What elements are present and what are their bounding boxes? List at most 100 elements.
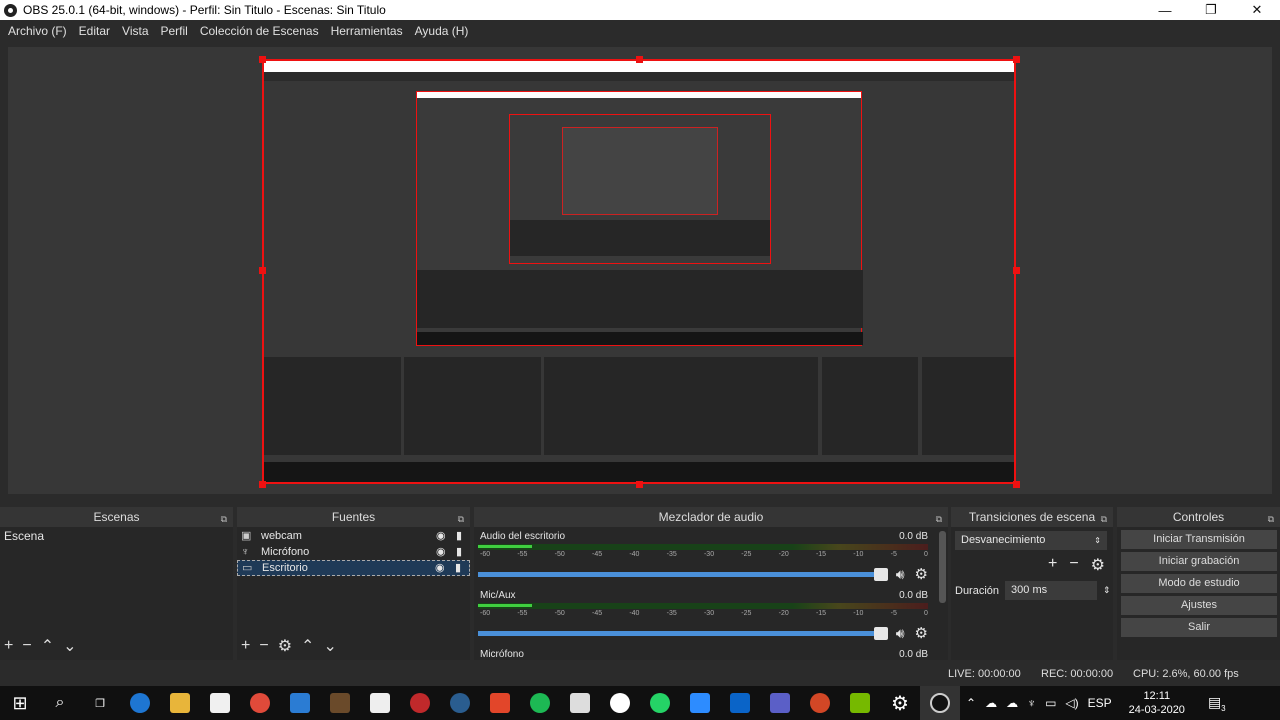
remove-transition-icon[interactable]: − [1069,555,1078,575]
resize-handle[interactable] [259,481,266,488]
lock-icon[interactable]: ▮ [456,528,470,544]
resize-handle[interactable] [259,56,266,63]
monitor-icon: ▭ [242,562,253,574]
spotify-icon[interactable] [520,686,560,720]
undock-icon[interactable]: ⧉ [936,509,942,529]
mail-icon[interactable] [280,686,320,720]
restore-icon[interactable]: ❐ [1188,2,1234,18]
preview-canvas[interactable] [262,59,1016,484]
app-icon[interactable] [360,686,400,720]
minecraft-icon[interactable] [320,686,360,720]
settings-button[interactable]: Ajustes [1121,596,1277,615]
resize-handle[interactable] [1013,267,1020,274]
zoom-icon[interactable] [680,686,720,720]
search-icon[interactable]: ⌕ [40,686,80,720]
gear-icon[interactable]: ⚙ [880,686,920,720]
store-icon[interactable] [200,686,240,720]
visibility-eye-icon[interactable]: ◉ [436,528,456,544]
add-transition-icon[interactable]: + [1048,555,1057,575]
lock-icon[interactable]: ▮ [456,544,470,560]
menu-editar[interactable]: Editar [73,24,116,38]
nvidia-icon[interactable] [840,686,880,720]
cloud-icon[interactable]: ☁ [1006,696,1018,710]
visibility-eye-icon[interactable]: ◉ [436,544,456,560]
studio-mode-button[interactable]: Modo de estudio [1121,574,1277,593]
undock-icon[interactable]: ⧉ [221,509,227,529]
language-indicator[interactable]: ESP [1088,696,1112,710]
steam-icon[interactable] [440,686,480,720]
gear-icon[interactable]: ⚙ [1091,555,1105,575]
resize-handle[interactable] [636,481,643,488]
task-view-icon[interactable]: ❐ [80,686,120,720]
teams-icon[interactable] [760,686,800,720]
close-icon[interactable]: ✕ [1234,2,1280,18]
onedrive-icon[interactable]: ☁ [985,696,997,710]
tick-label: -55 [517,551,528,558]
visibility-eye-icon[interactable]: ◉ [435,560,455,576]
transition-select[interactable]: Desvanecimiento ⇕ [955,531,1107,550]
lock-icon[interactable]: ▮ [455,560,469,576]
gear-icon[interactable]: ⚙ [915,624,928,642]
game-app-icon[interactable] [400,686,440,720]
duration-spinbox[interactable]: 300 ms [1005,581,1098,600]
menu-herramientas[interactable]: Herramientas [325,24,409,38]
chevron-up-icon[interactable]: ⌃ [966,696,976,710]
chrome-icon[interactable] [240,686,280,720]
clock[interactable]: 12:11 24-03-2020 [1129,689,1185,717]
mixer-scrollbar[interactable] [939,531,946,603]
whatsapp-icon[interactable] [640,686,680,720]
gear-icon[interactable]: ⚙ [278,636,292,656]
windows-start-icon[interactable]: ⊞ [0,686,40,720]
edge-icon[interactable] [120,686,160,720]
source-item[interactable]: ♆ Micrófono ◉ ▮ [237,544,470,560]
undock-icon[interactable]: ⧉ [1101,509,1107,529]
slider-handle[interactable] [873,567,888,581]
volume-slider[interactable] [478,626,888,640]
gear-icon[interactable]: ⚙ [915,565,928,583]
volume-icon[interactable]: ◁) [1065,696,1078,710]
speaker-icon[interactable]: 🔊︎ [896,566,905,583]
undock-icon[interactable]: ⧉ [1268,509,1274,529]
spin-arrows-icon[interactable]: ⇕ [1103,585,1111,596]
menu-ayuda[interactable]: Ayuda (H) [409,24,475,38]
notification-icon[interactable]: ▤3 [1208,694,1226,713]
remove-icon[interactable]: − [22,637,31,655]
menu-archivo[interactable]: Archivo (F) [2,24,73,38]
outlook-icon[interactable] [720,686,760,720]
start-streaming-button[interactable]: Iniciar Transmisión [1121,530,1277,549]
network-icon[interactable]: ▭ [1045,696,1056,710]
tick-label: -15 [815,551,827,558]
slider-handle[interactable] [873,626,888,640]
obs-taskbar-icon[interactable] [920,686,960,720]
scene-item[interactable]: Escena [0,527,233,545]
undock-icon[interactable]: ⧉ [458,509,464,529]
pen-app-icon[interactable] [560,686,600,720]
menu-perfil[interactable]: Perfil [155,24,194,38]
add-icon[interactable]: + [4,637,13,655]
minimize-icon[interactable]: — [1142,3,1188,18]
start-recording-button[interactable]: Iniciar grabación [1121,552,1277,571]
exit-button[interactable]: Salir [1121,618,1277,637]
menu-vista[interactable]: Vista [116,24,154,38]
move-up-icon[interactable]: ⌃ [301,636,314,656]
resize-handle[interactable] [259,267,266,274]
add-icon[interactable]: + [241,637,250,655]
source-item-selected[interactable]: ▭ Escritorio ◉ ▮ [237,560,470,576]
move-down-icon[interactable]: ⌄ [63,636,76,656]
office-icon[interactable] [480,686,520,720]
tick-label: -45 [591,610,603,617]
xbox-icon[interactable] [600,686,640,720]
move-up-icon[interactable]: ⌃ [41,636,54,656]
remove-icon[interactable]: − [259,637,268,655]
speaker-icon[interactable]: 🔊︎ [896,625,905,642]
move-down-icon[interactable]: ⌄ [323,636,336,656]
file-explorer-icon[interactable] [160,686,200,720]
microphone-icon[interactable]: ♆ [1027,696,1036,710]
source-item[interactable]: ▣ webcam ◉ ▮ [237,528,470,544]
resize-handle[interactable] [636,56,643,63]
powerpoint-icon[interactable] [800,686,840,720]
volume-slider[interactable] [478,567,888,581]
resize-handle[interactable] [1013,481,1020,488]
resize-handle[interactable] [1013,56,1020,63]
menu-coleccion-escenas[interactable]: Colección de Escenas [194,24,325,38]
